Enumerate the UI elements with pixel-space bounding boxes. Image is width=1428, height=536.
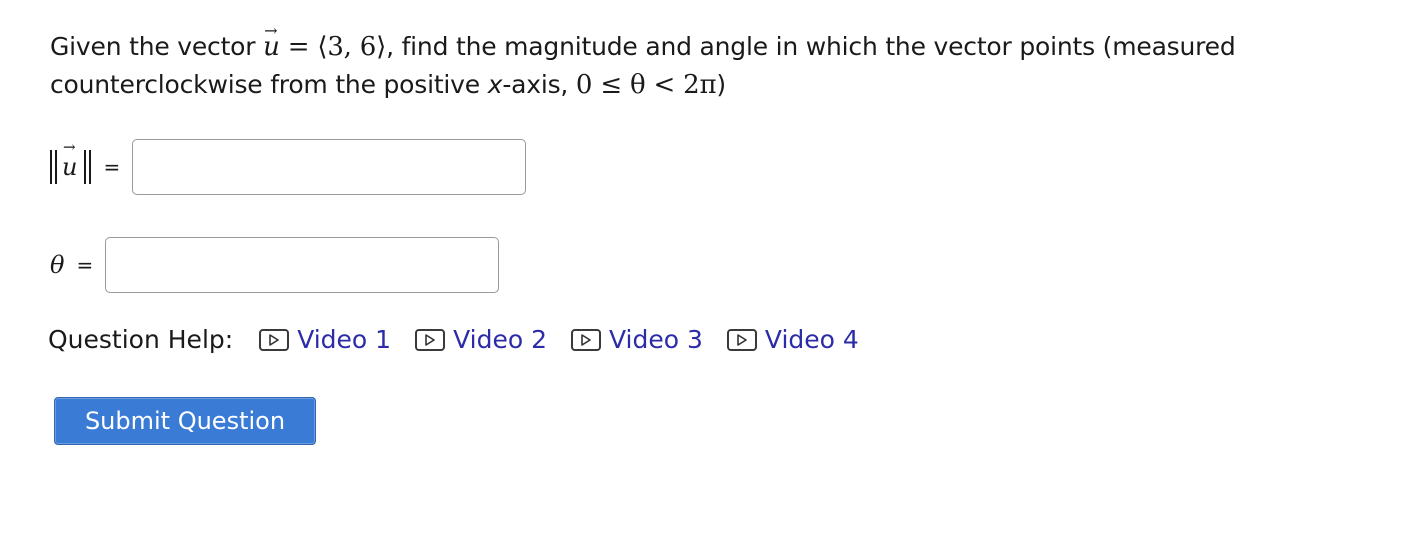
axis-variable: x: [487, 70, 503, 99]
play-icon: [415, 328, 446, 351]
axis-suffix: -axis,: [502, 70, 576, 99]
question-intro: Given the vector: [50, 32, 264, 61]
vector-equals: =: [279, 32, 318, 62]
question-closing: ): [716, 70, 726, 99]
question-help: Question Help: Video 1 Video 2 Video 3 V…: [48, 325, 883, 354]
angle-equals: =: [76, 253, 94, 277]
norm-bar-left-1: [50, 150, 52, 184]
norm-bar-right-2: [89, 150, 92, 184]
angle-label: θ: [50, 251, 65, 279]
magnitude-label: u: [50, 138, 92, 184]
video-4-label: Video 4: [764, 325, 859, 354]
vector-u-symbol: u: [263, 12, 280, 66]
question-help-label: Question Help:: [48, 325, 234, 354]
angle-range: 0 ≤ θ < 2π: [575, 70, 717, 100]
question-page: Given the vector u = ⟨3, 6⟩, find the ma…: [0, 0, 1428, 536]
video-1-link[interactable]: Video 1: [259, 325, 391, 354]
magnitude-answer-input[interactable]: [132, 139, 527, 195]
magnitude-row: u =: [50, 138, 527, 195]
norm-bar-right-1: [84, 150, 87, 184]
angle-answer-input[interactable]: [105, 237, 500, 293]
video-3-link[interactable]: Video 3: [571, 325, 703, 354]
play-icon: [726, 328, 757, 351]
magnitude-equals: =: [103, 155, 121, 179]
video-2-link[interactable]: Video 2: [415, 325, 547, 354]
vector-value: ⟨3, 6⟩: [317, 32, 387, 62]
play-icon: [259, 328, 290, 351]
video-2-label: Video 2: [453, 325, 547, 354]
video-3-label: Video 3: [609, 325, 703, 354]
video-4-link[interactable]: Video 4: [726, 325, 859, 354]
question-vector-expression: u = ⟨3, 6⟩: [263, 12, 387, 62]
norm-bar-left-2: [55, 150, 57, 184]
video-1-label: Video 1: [297, 325, 392, 354]
question-text: Given the vector u = ⟨3, 6⟩, find the ma…: [50, 12, 1380, 104]
angle-row: θ =: [50, 237, 500, 293]
magnitude-vector-symbol: u: [60, 138, 81, 181]
submit-question-button[interactable]: Submit Question: [54, 397, 316, 445]
play-icon: [571, 328, 601, 351]
